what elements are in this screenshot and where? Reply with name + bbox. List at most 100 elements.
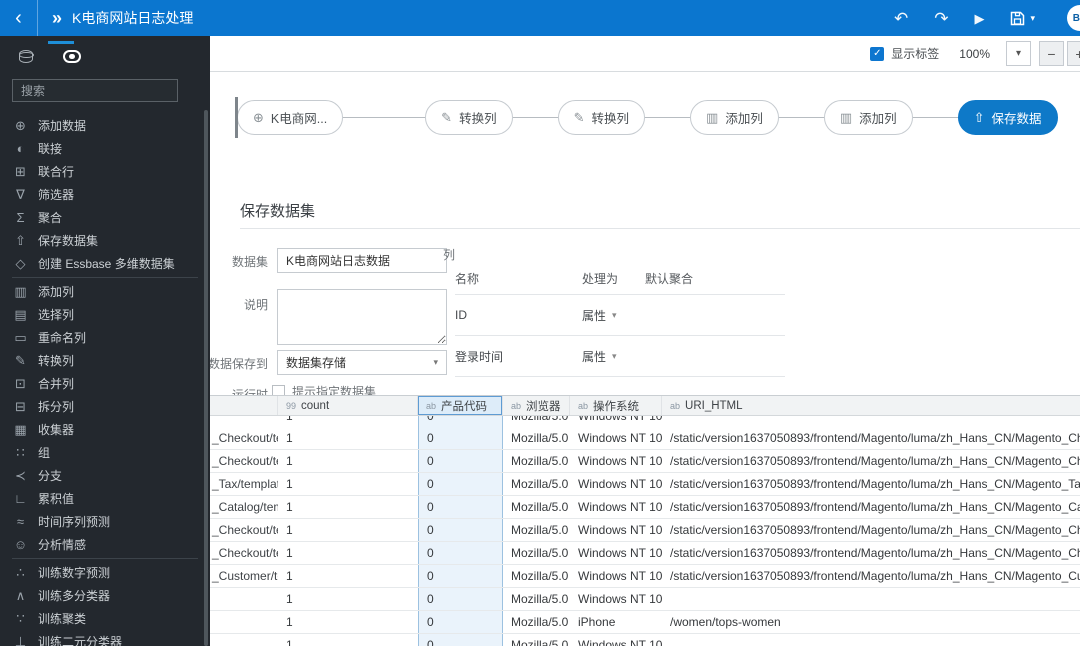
sidebar-item[interactable]: ⊞ 联合行 <box>0 160 210 183</box>
page-title: K电商网站日志处理 <box>72 10 194 26</box>
sidebar-item-label: 累积值 <box>38 492 75 506</box>
sidebar-item[interactable]: ≺ 分支 <box>0 464 210 487</box>
sidebar-item[interactable]: ▥ 添加列 <box>0 280 210 303</box>
cell-uri-html: /static/version1637050893/frontend/Magen… <box>670 500 1080 514</box>
undo-button[interactable]: ↶ <box>894 10 908 27</box>
flow-node[interactable]: ⊕ K电商网... <box>237 100 344 135</box>
sidebar-item-label: 分析情感 <box>38 538 87 552</box>
save-button[interactable]: ▾ <box>1010 11 1035 26</box>
redo-button[interactable]: ↷ <box>934 10 948 27</box>
col-header-name: 名称 <box>455 272 480 286</box>
cell-os: Windows NT 10.0 <box>578 454 662 468</box>
tab-flow-steps[interactable] <box>58 42 86 70</box>
show-labels-checkbox[interactable]: ✓ <box>870 46 885 61</box>
run-dataflow-button[interactable]: ▶ <box>974 12 984 25</box>
sidebar-item[interactable]: ◇ 创建 Essbase 多维数据集 <box>0 252 210 275</box>
sidebar-item-label: 选择列 <box>38 308 75 322</box>
sidebar-item[interactable]: ⊟ 拆分列 <box>0 395 210 418</box>
sidebar-item-label: 联合行 <box>38 165 75 179</box>
flow-node[interactable]: ⇧ 保存数据 <box>957 100 1058 135</box>
treat-as-dropdown[interactable]: 属性 ▾ <box>582 348 645 365</box>
flow-node-label: 转换列 <box>591 112 630 126</box>
grid-column-header[interactable]: ab 浏览器 <box>503 396 570 415</box>
sidebar-item[interactable]: ≈ 时间序列预测 <box>0 510 210 533</box>
sidebar-item-icon: ≈ <box>16 514 25 529</box>
flow-node-wrap: ▥ 添加列 <box>645 100 779 135</box>
cell-uri-html <box>662 634 1080 646</box>
sidebar-item-label: 分支 <box>38 469 63 483</box>
flow-node[interactable]: ✎ 转换列 <box>425 100 513 135</box>
sidebar-item-label: 联接 <box>38 142 63 156</box>
col-header-default-aggregate: 默认聚合 <box>645 272 694 286</box>
sidebar-tabs <box>0 36 210 76</box>
treat-as-dropdown[interactable]: 属性 ▾ <box>582 307 645 324</box>
cell-browser: Mozilla/5.0 <box>511 454 569 468</box>
grid-header-row: 99 count ab 产品代码 ab 浏览器 ab 操作系统 ab URI_H… <box>210 396 1080 416</box>
sidebar-item[interactable]: ▦ 收集器 <box>0 418 210 441</box>
tab-data-sources[interactable] <box>12 42 40 70</box>
avatar[interactable]: BA <box>1067 5 1080 31</box>
sidebar-item[interactable]: ▤ 选择列 <box>0 303 210 326</box>
flow-node[interactable]: ✎ 转换列 <box>557 100 646 135</box>
grid-column-header[interactable]: 99 count <box>278 396 418 415</box>
sidebar-item[interactable]: ▭ 重命名列 <box>0 326 210 349</box>
grid-column-header[interactable] <box>210 396 278 415</box>
flow-node[interactable]: ▥ 添加列 <box>690 100 779 135</box>
zoom-in-button[interactable]: + <box>1067 41 1080 66</box>
sidebar-item-label: 组 <box>38 446 51 460</box>
sidebar-item[interactable]: ⇧ 保存数据集 <box>0 229 210 252</box>
sidebar-scrollbar[interactable] <box>204 110 208 646</box>
flow-node-label: 保存数据 <box>991 112 1042 126</box>
sidebar-item[interactable]: ☺ 分析情感 <box>0 533 210 556</box>
flow-node-icon: ▥ <box>706 109 719 125</box>
grid-column-header[interactable]: ab URI_HTML <box>662 396 1080 415</box>
search-input[interactable] <box>12 79 178 102</box>
sidebar-item[interactable]: ∷ 组 <box>0 441 210 464</box>
grid-column-header[interactable]: ab 产品代码 <box>418 396 503 415</box>
zoom-out-button[interactable]: − <box>1039 41 1064 66</box>
flow-node[interactable]: ▥ 添加列 <box>823 100 913 135</box>
sidebar-item[interactable]: ∇ 筛选器 <box>0 183 210 206</box>
cell-path: _Catalog/templ... <box>212 500 278 514</box>
back-button[interactable]: ‹ <box>0 0 38 36</box>
cell-count: 1 <box>286 569 293 583</box>
save-icon <box>1011 11 1025 25</box>
cell-uri-html: /women/tops-women <box>670 615 781 629</box>
app-header: ‹ » K电商网站日志处理 ↶ ↷ ▶ ▾ BA <box>0 0 1080 36</box>
flow-node-label: K电商网... <box>270 112 328 126</box>
column-type-icon: ab <box>670 400 681 411</box>
column-type-icon: ab <box>511 400 522 411</box>
sidebar-item[interactable]: ⊥ 训练二元分类器 <box>0 630 210 646</box>
sidebar-item[interactable]: ⊕ 添加数据 <box>0 114 210 137</box>
cell-os: Windows NT 10.0 <box>578 477 662 491</box>
cell-path: _Tax/template/... <box>212 477 278 491</box>
sidebar-item[interactable]: ∵ 训练聚类 <box>0 607 210 630</box>
grid-partial-row: 1 0 Mozilla/5.0 Windows NT 10.0 <box>210 416 1080 427</box>
cell-browser: Mozilla/5.0 <box>511 638 569 646</box>
flow-node-icon: ⇧ <box>973 109 985 125</box>
sidebar-item[interactable]: Σ 聚合 <box>0 206 210 229</box>
sidebar-item[interactable]: ✎ 转换列 <box>0 349 210 372</box>
save-menu-caret-icon[interactable]: ▾ <box>1030 13 1035 24</box>
sidebar-item-label: 重命名列 <box>38 331 87 345</box>
sidebar-item[interactable]: ∴ 训练数字预测 <box>0 561 210 584</box>
sidebar-item[interactable]: ∟ 累积值 <box>0 487 210 510</box>
flow-connector <box>343 117 426 118</box>
sidebar-item[interactable]: ⊡ 合并列 <box>0 372 210 395</box>
flow-node-label: 转换列 <box>459 112 497 126</box>
breadcrumb-expand-icon[interactable]: » <box>52 8 62 29</box>
dataset-name-input[interactable] <box>277 248 447 273</box>
cell-os: Windows NT 10.0 <box>578 523 662 537</box>
description-textarea[interactable] <box>277 289 447 345</box>
flow-step-icon <box>63 49 81 63</box>
flow-node-icon: ✎ <box>573 109 585 125</box>
cell-path: _Checkout/tem... <box>212 431 278 445</box>
grid-column-header[interactable]: ab 操作系统 <box>570 396 662 415</box>
cell-product-code: 0 <box>418 519 503 541</box>
save-to-dropdown[interactable]: 数据集存储 ▾ <box>277 350 447 375</box>
sidebar-item[interactable]: ◐ 联接 <box>0 137 210 160</box>
sidebar-item[interactable]: ∧ 训练多分类器 <box>0 584 210 607</box>
zoom-dropdown-button[interactable]: ▾ <box>1006 41 1031 66</box>
cell-uri-html: /static/version1637050893/frontend/Magen… <box>670 431 1080 445</box>
column-type-icon: 99 <box>286 400 297 411</box>
